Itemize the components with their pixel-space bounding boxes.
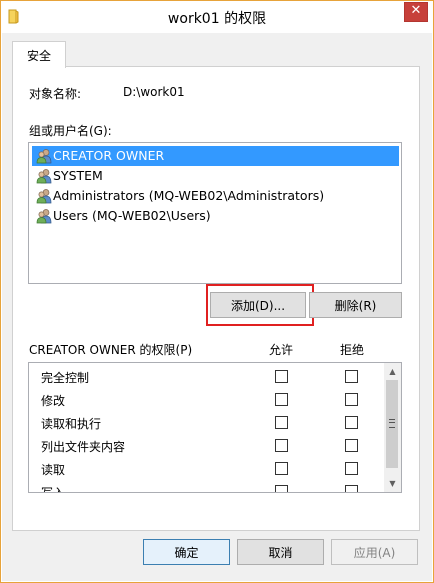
remove-button-label: 删除(R) [334, 299, 377, 313]
scrollbar-thumb[interactable] [386, 380, 398, 468]
permissions-list[interactable]: 完全控制修改读取和执行列出文件夹内容 读取写入 ▲ ▼ [28, 362, 402, 493]
permission-row: 列出文件夹内容 [29, 434, 383, 457]
permission-name: 修改 [41, 394, 66, 408]
deny-checkbox[interactable] [345, 416, 358, 429]
allow-checkbox[interactable] [275, 485, 288, 492]
users-icon [36, 208, 52, 224]
allow-checkbox[interactable] [275, 462, 288, 475]
list-item[interactable]: Users (MQ-WEB02\Users) [32, 206, 399, 226]
users-icon [36, 148, 52, 164]
permissions-dialog: work01 的权限 ✕ 安全 对象名称: D:\work01 组或用户名(G)… [0, 0, 434, 583]
grip-icon [389, 419, 395, 428]
permission-name: 列出文件夹内容 [41, 440, 126, 454]
permission-row: 完全控制 [29, 365, 383, 388]
groups-listbox[interactable]: CREATOR OWNER SYSTEM Administrators (MQ-WE… [28, 142, 402, 284]
close-icon: ✕ [410, 3, 422, 18]
list-item[interactable]: CREATOR OWNER [32, 146, 399, 166]
close-button[interactable]: ✕ [404, 2, 428, 22]
permissions-label: CREATOR OWNER 的权限(P) [29, 343, 193, 357]
window-title: work01 的权限 [167, 11, 267, 27]
deny-checkbox[interactable] [345, 393, 358, 406]
deny-checkbox[interactable] [345, 462, 358, 475]
ok-button[interactable]: 确定 [143, 539, 230, 565]
users-icon [36, 168, 52, 184]
tab-security[interactable]: 安全 [12, 41, 66, 68]
list-item-label: Administrators (MQ-WEB02\Administrators) [53, 188, 325, 203]
permission-name: 读取和执行 [41, 417, 102, 431]
add-button[interactable]: 添加(D)... [210, 292, 306, 318]
permission-row: 读取 [29, 457, 383, 480]
permission-name: 读取 [41, 463, 66, 477]
permission-row: 写入 [29, 480, 383, 493]
allow-checkbox[interactable] [275, 370, 288, 383]
cancel-button-label: 取消 [268, 546, 293, 560]
cancel-button[interactable]: 取消 [237, 539, 324, 565]
object-name-value: D:\work01 [123, 85, 185, 99]
deny-checkbox[interactable] [345, 370, 358, 383]
deny-checkbox[interactable] [345, 439, 358, 452]
allow-checkbox[interactable] [275, 393, 288, 406]
scroll-up-icon[interactable]: ▲ [384, 363, 401, 380]
allow-checkbox[interactable] [275, 416, 288, 429]
tab-label: 安全 [26, 49, 51, 63]
users-icon [36, 188, 52, 204]
list-item-label: CREATOR OWNER [53, 148, 165, 163]
apply-button-label: 应用(A) [353, 546, 396, 560]
permission-name: 写入 [41, 486, 66, 493]
remove-button[interactable]: 删除(R) [309, 292, 402, 318]
ok-button-label: 确定 [174, 546, 199, 560]
list-item[interactable]: Administrators (MQ-WEB02\Administrators) [32, 186, 399, 206]
add-button-label: 添加(D)... [230, 299, 286, 313]
scroll-down-icon[interactable]: ▼ [384, 475, 401, 492]
allow-checkbox[interactable] [275, 439, 288, 452]
list-item-label: Users (MQ-WEB02\Users) [53, 208, 211, 223]
list-item-label: SYSTEM [53, 168, 103, 183]
permission-row: 修改 [29, 388, 383, 411]
object-name-label: 对象名称: [29, 87, 82, 101]
permissions-scrollbar[interactable]: ▲ ▼ [384, 363, 401, 492]
security-panel: 对象名称: D:\work01 组或用户名(G): CREATOR OWNER S… [12, 66, 420, 531]
title-bar[interactable]: work01 的权限 ✕ [1, 1, 433, 33]
apply-button[interactable]: 应用(A) [331, 539, 418, 565]
permission-name: 完全控制 [41, 371, 90, 385]
allow-header: 允许 [269, 343, 294, 357]
deny-header: 拒绝 [340, 343, 365, 357]
deny-checkbox[interactable] [345, 485, 358, 492]
groups-label: 组或用户名(G): [29, 124, 112, 138]
dialog-body: 安全 对象名称: D:\work01 组或用户名(G): CREATOR OWN… [2, 33, 432, 581]
permission-row: 读取和执行 [29, 411, 383, 434]
list-item[interactable]: SYSTEM [32, 166, 399, 186]
